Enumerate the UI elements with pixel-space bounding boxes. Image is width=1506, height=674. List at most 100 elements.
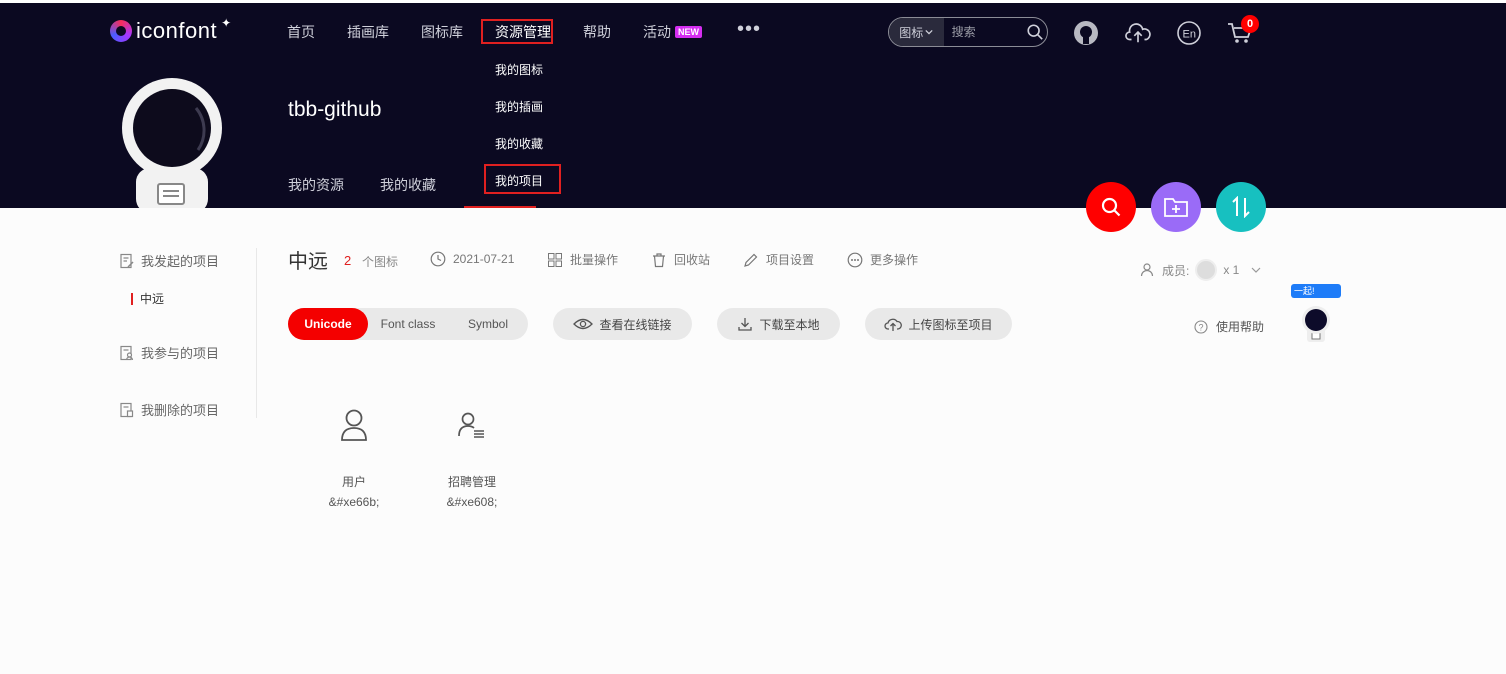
download-icon bbox=[738, 318, 753, 331]
nav-activities-label: 活动 bbox=[643, 24, 671, 40]
search-input[interactable] bbox=[951, 25, 1024, 39]
sort-fab[interactable] bbox=[1216, 182, 1266, 232]
sidebar-created-projects-label: 我发起的项目 bbox=[141, 254, 220, 269]
more-circle-icon bbox=[847, 252, 863, 267]
new-project-fab[interactable] bbox=[1151, 182, 1201, 232]
view-online-link-label: 查看在线链接 bbox=[599, 317, 672, 332]
sidebar-created-projects[interactable]: 我发起的项目 bbox=[119, 251, 219, 270]
dropdown-my-illustrations[interactable]: 我的插画 bbox=[495, 98, 543, 115]
nav-icon-library[interactable]: 图标库 bbox=[421, 22, 463, 42]
svg-text:?: ? bbox=[1199, 322, 1204, 332]
profile-username: tbb-github bbox=[288, 98, 382, 121]
search-icon[interactable] bbox=[1024, 20, 1047, 44]
project-settings-button[interactable]: 项目设置 bbox=[743, 251, 814, 268]
upload-icons-label: 上传图标至项目 bbox=[908, 317, 993, 332]
active-indicator bbox=[131, 292, 133, 305]
project-date: 2021-07-21 bbox=[430, 251, 514, 267]
trash-icon bbox=[653, 252, 665, 267]
nav-illustrations[interactable]: 插画库 bbox=[347, 22, 389, 42]
logo[interactable]: iconfont ✦ bbox=[110, 16, 232, 44]
avatar bbox=[118, 78, 226, 213]
project-settings-label: 项目设置 bbox=[766, 253, 815, 267]
sidebar-joined-projects[interactable]: 我参与的项目 bbox=[119, 343, 219, 362]
upload-icons-button[interactable]: 上传图标至项目 bbox=[865, 308, 1012, 340]
dropdown-my-icons[interactable]: 我的图标 bbox=[495, 61, 543, 78]
members-count: x 1 bbox=[1223, 263, 1240, 277]
iconfont-logo-icon bbox=[110, 20, 132, 42]
user-icon bbox=[304, 405, 404, 445]
add-folder-icon bbox=[1164, 198, 1188, 217]
project-date-text: 2021-07-21 bbox=[453, 252, 515, 266]
tab-symbol[interactable]: Symbol bbox=[448, 308, 528, 340]
logo-plus-icon: ✦ bbox=[221, 16, 232, 30]
search-type-select[interactable]: 图标 bbox=[889, 18, 944, 46]
dropdown-my-favorites[interactable]: 我的收藏 bbox=[495, 135, 543, 152]
eye-icon bbox=[573, 318, 594, 330]
mascot-widget[interactable]: 一起! bbox=[1291, 284, 1341, 344]
batch-operation-button[interactable]: 批量操作 bbox=[547, 251, 618, 268]
sidebar-project-item[interactable]: 中远 bbox=[131, 290, 164, 307]
sidebar-divider bbox=[256, 248, 257, 418]
nav-help[interactable]: 帮助 bbox=[583, 22, 611, 42]
highlight-box-resource-management bbox=[481, 19, 553, 44]
new-badge: NEW bbox=[675, 26, 702, 38]
upload-cloud-icon[interactable] bbox=[1125, 20, 1151, 46]
user-list-icon bbox=[422, 405, 522, 445]
icon-count: 2 bbox=[344, 253, 352, 268]
icon-count-unit: 个图标 bbox=[362, 255, 399, 269]
icon-code: &#xe66b; bbox=[328, 495, 380, 509]
grid-icon bbox=[548, 252, 562, 267]
recycle-bin-label: 回收站 bbox=[674, 253, 711, 267]
search-fab[interactable] bbox=[1086, 182, 1136, 232]
clock-icon bbox=[430, 251, 446, 267]
members-dropdown[interactable]: 成员: x 1 bbox=[1140, 259, 1261, 281]
search-bar: 图标 bbox=[888, 17, 1048, 47]
more-actions-label: 更多操作 bbox=[870, 253, 919, 267]
more-menu-icon[interactable]: ••• bbox=[737, 19, 761, 39]
nav-home[interactable]: 首页 bbox=[287, 22, 315, 42]
profile-tab-my-resources[interactable]: 我的资源 bbox=[288, 175, 344, 195]
edit-doc-icon bbox=[120, 253, 134, 268]
project-title: 中远 bbox=[288, 251, 328, 273]
usage-help-link[interactable]: ? 使用帮助 bbox=[1194, 318, 1264, 335]
chevron-down-icon bbox=[925, 29, 933, 35]
cart-count-badge: 0 bbox=[1241, 15, 1259, 33]
search-type-label: 图标 bbox=[899, 25, 924, 40]
nav-activities[interactable]: 活动 NEW bbox=[643, 22, 702, 42]
members-label: 成员: bbox=[1162, 263, 1190, 278]
recycle-bin-button[interactable]: 回收站 bbox=[651, 251, 710, 268]
question-circle-icon: ? bbox=[1194, 319, 1208, 334]
icon-name: 招聘管理 bbox=[447, 475, 496, 489]
sidebar-joined-projects-label: 我参与的项目 bbox=[141, 346, 220, 361]
more-actions-button[interactable]: 更多操作 bbox=[847, 251, 918, 268]
team-doc-icon bbox=[120, 345, 134, 360]
profile-tab-my-favorites[interactable]: 我的收藏 bbox=[380, 175, 436, 195]
github-icon[interactable] bbox=[1073, 20, 1099, 46]
member-avatar bbox=[1195, 259, 1218, 281]
members-icon bbox=[1140, 263, 1154, 277]
icon-name: 用户 bbox=[341, 475, 366, 489]
deleted-doc-icon bbox=[120, 402, 134, 417]
code-mode-switch: Unicode Font class Symbol bbox=[288, 308, 528, 340]
language-en-icon[interactable]: En bbox=[1176, 20, 1202, 46]
usage-help-label: 使用帮助 bbox=[1216, 320, 1265, 334]
sidebar-deleted-projects-label: 我删除的项目 bbox=[141, 403, 220, 418]
sort-arrows-icon bbox=[1232, 196, 1250, 218]
download-local-label: 下载至本地 bbox=[759, 317, 820, 332]
sidebar-project-name: 中远 bbox=[140, 292, 165, 306]
active-tab-indicator bbox=[464, 206, 536, 208]
sidebar-deleted-projects[interactable]: 我删除的项目 bbox=[119, 400, 219, 419]
view-online-link-button[interactable]: 查看在线链接 bbox=[553, 308, 692, 340]
highlight-box-my-projects bbox=[484, 164, 561, 194]
tab-unicode[interactable]: Unicode bbox=[288, 308, 368, 340]
download-local-button[interactable]: 下载至本地 bbox=[717, 308, 840, 340]
icon-card-recruit[interactable]: 招聘管理 &#xe608; bbox=[422, 405, 522, 509]
logo-text: iconfont bbox=[136, 18, 218, 43]
tab-font-class[interactable]: Font class bbox=[368, 308, 448, 340]
svg-text:En: En bbox=[1183, 29, 1196, 41]
icon-code: &#xe608; bbox=[446, 495, 498, 509]
batch-operation-label: 批量操作 bbox=[570, 253, 619, 267]
icon-card-user[interactable]: 用户 &#xe66b; bbox=[304, 405, 404, 509]
chevron-down-icon bbox=[1251, 267, 1261, 273]
upload-cloud-icon bbox=[884, 318, 903, 331]
